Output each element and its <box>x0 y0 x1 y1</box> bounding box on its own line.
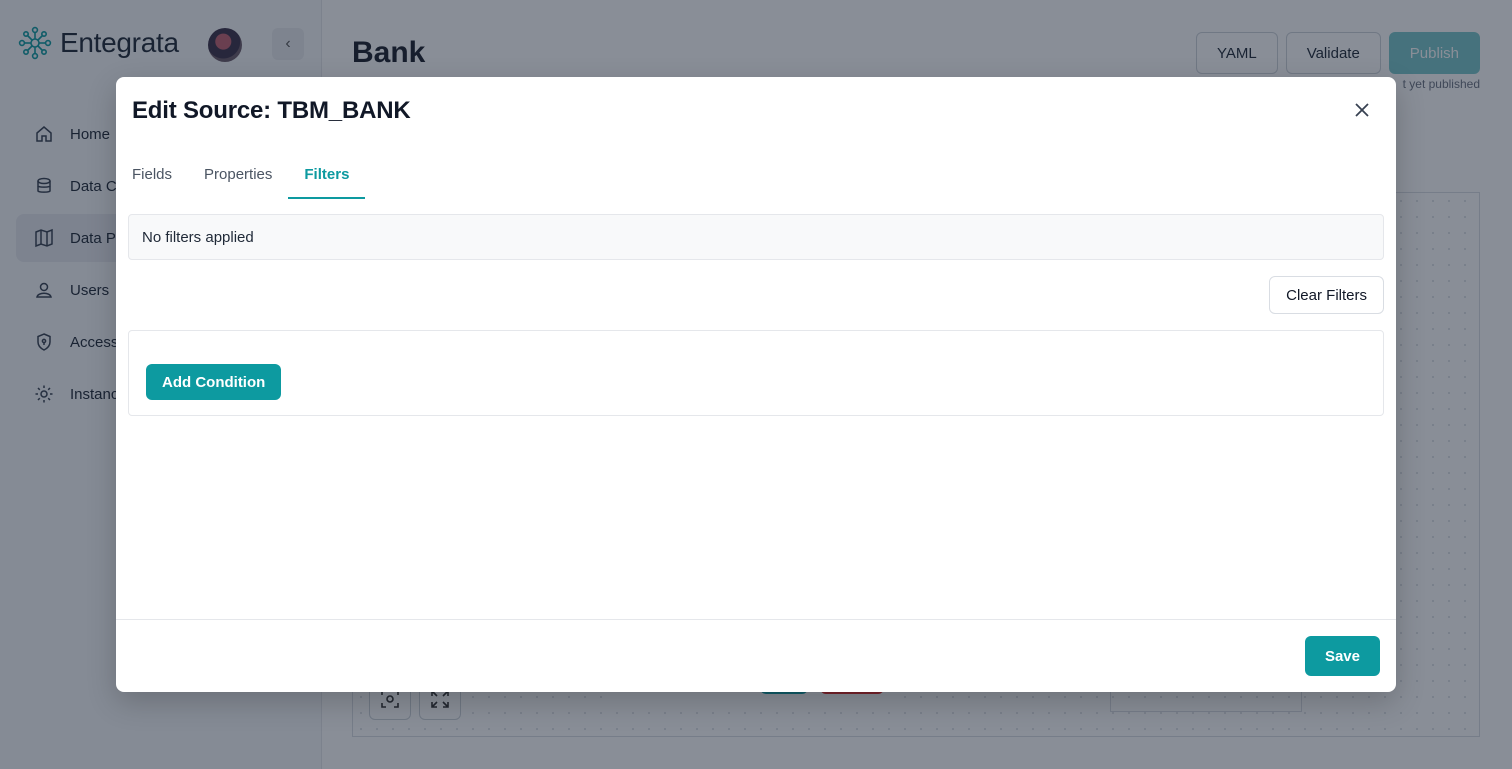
edit-source-modal: Edit Source: TBM_BANK Fields Properties … <box>116 77 1396 692</box>
add-condition-button[interactable]: Add Condition <box>146 364 282 400</box>
modal-footer: Save <box>116 619 1396 692</box>
save-button[interactable]: Save <box>1304 636 1380 676</box>
close-button[interactable] <box>1352 100 1372 120</box>
tab-properties[interactable]: Properties <box>188 151 288 199</box>
clear-filters-button[interactable]: Clear Filters <box>1269 276 1384 314</box>
conditions-panel: Add Condition <box>128 330 1384 416</box>
filters-status-text: No filters applied <box>142 228 254 246</box>
tab-filters[interactable]: Filters <box>288 151 366 199</box>
close-icon <box>1355 103 1369 117</box>
modal-tabs: Fields Properties Filters <box>132 151 366 199</box>
tab-fields[interactable]: Fields <box>132 151 188 199</box>
filters-status: No filters applied <box>128 214 1384 260</box>
modal-title: Edit Source: TBM_BANK <box>132 97 411 124</box>
